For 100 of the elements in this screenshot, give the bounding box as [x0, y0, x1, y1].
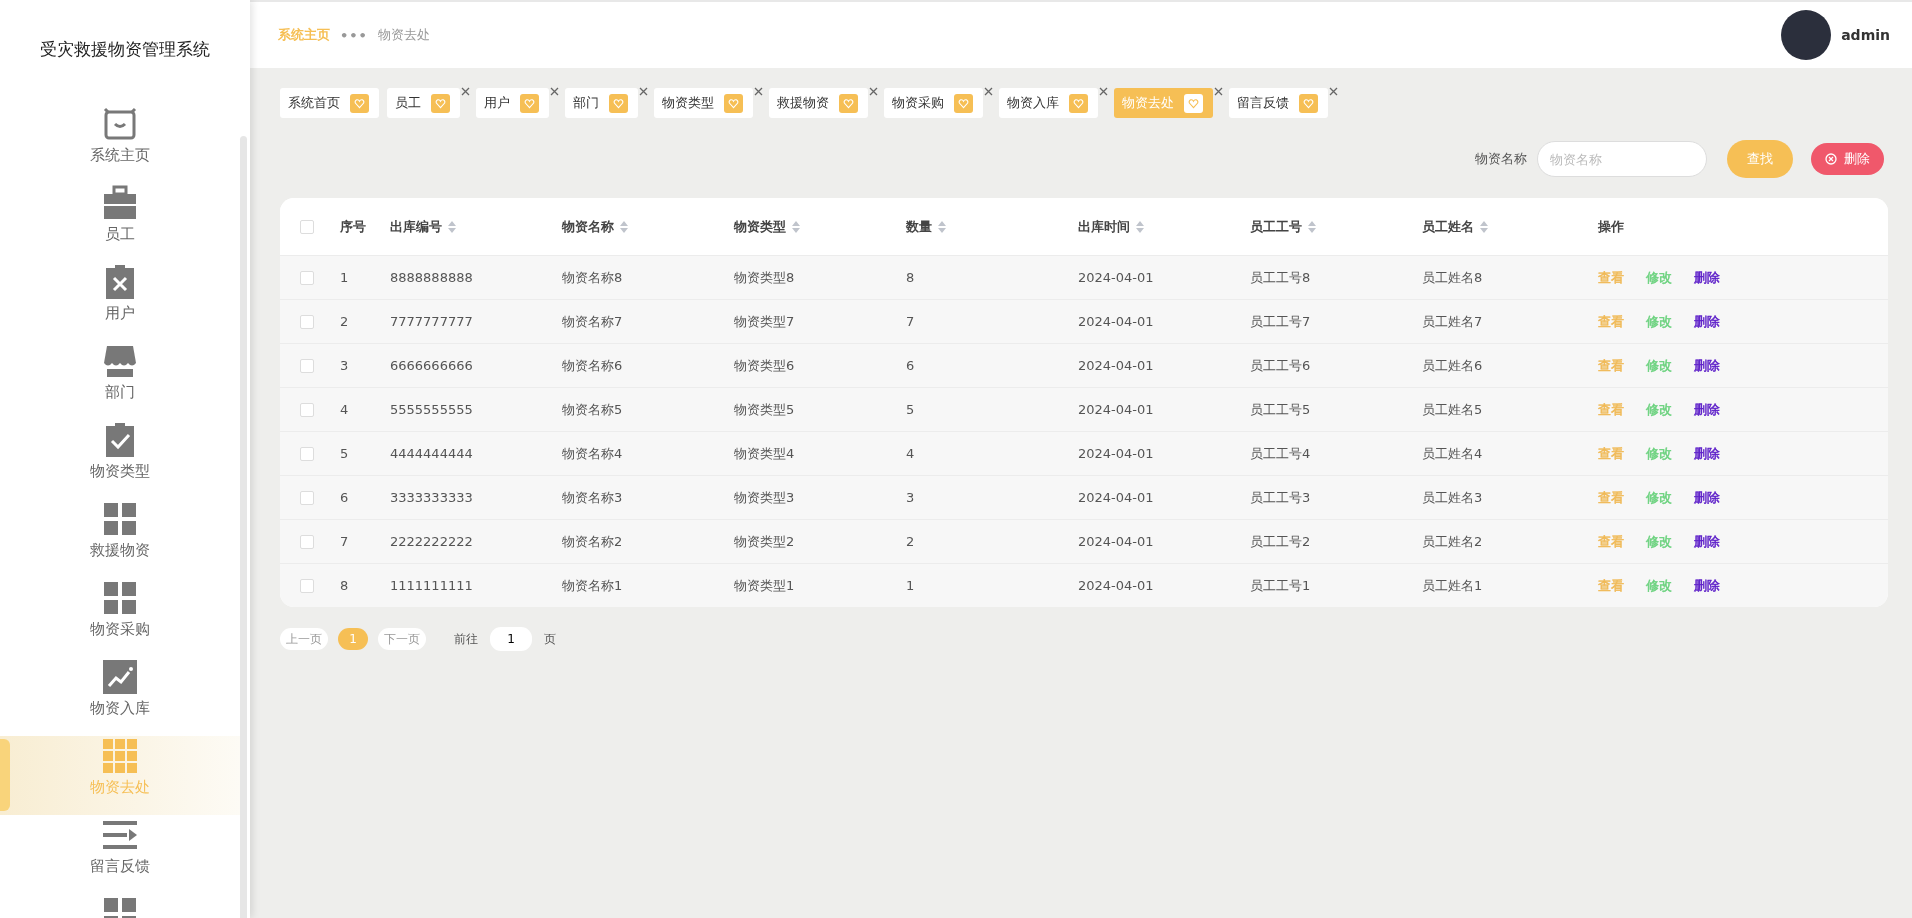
sort-icon[interactable] [448, 220, 456, 233]
column-header[interactable]: 操作 [1598, 217, 1624, 236]
table-cell: 员工姓名1 [1422, 576, 1483, 595]
column-header[interactable]: 物资类型 [734, 217, 786, 236]
heart-tag-icon [431, 93, 450, 113]
table-cell: 员工姓名2 [1422, 532, 1483, 551]
heart-tag-icon [1184, 93, 1203, 113]
page-input[interactable]: 1 [490, 627, 532, 651]
close-icon[interactable] [869, 87, 878, 96]
sidebar-item[interactable]: 物资入库 [0, 657, 240, 736]
table-cell: 8 [906, 270, 915, 285]
table-cell: 员工工号3 [1250, 488, 1311, 507]
column-header[interactable]: 物资名称 [562, 217, 614, 236]
table-cell: 3333333333 [390, 490, 473, 505]
tab[interactable]: 留言反馈 [1229, 88, 1328, 118]
breadcrumb-separator: ••• [340, 27, 368, 43]
tab[interactable]: 物资采购 [884, 88, 983, 118]
active-indicator [0, 739, 10, 811]
close-icon[interactable] [1099, 87, 1108, 96]
shop-awning-icon [102, 343, 138, 379]
table-cell: 7 [906, 314, 915, 329]
sort-icon[interactable] [792, 220, 800, 233]
table-cell: 4 [906, 446, 915, 461]
tab[interactable]: 员工 [387, 88, 460, 118]
sort-icon[interactable] [1308, 220, 1316, 233]
delete-button[interactable]: 删除 [1811, 143, 1884, 175]
avatar-photo-placeholder[interactable] [1781, 10, 1832, 60]
heart-tag-icon [1069, 93, 1088, 113]
close-icon[interactable] [754, 87, 763, 96]
table-cell: 8 [340, 578, 349, 593]
table-cell: 2 [906, 534, 915, 549]
tab[interactable]: 物资入库 [999, 88, 1098, 118]
sidebar-item[interactable]: 系统主页 [0, 104, 240, 183]
sidebar-item[interactable]: 用户 [0, 262, 240, 341]
app-title: 受灾救援物资管理系统 [39, 38, 211, 61]
column-header[interactable]: 员工姓名 [1422, 217, 1474, 236]
sort-icon[interactable] [620, 220, 628, 233]
username[interactable]: admin [1841, 27, 1890, 43]
row-action-link[interactable]: 删除 [1694, 576, 1720, 595]
row-action-link[interactable]: 删除 [1694, 488, 1720, 507]
row-action-link[interactable]: 删除 [1694, 444, 1720, 463]
sidebar-item[interactable]: 救援物资 [0, 499, 240, 578]
sort-icon[interactable] [1136, 220, 1144, 233]
row-checkbox[interactable] [300, 490, 314, 505]
page-suffix: 页 [544, 630, 556, 648]
table-cell: 物资名称4 [562, 444, 623, 463]
row-action-link[interactable]: 删除 [1694, 356, 1720, 375]
tab[interactable]: 救援物资 [769, 88, 868, 118]
table-cell: 员工姓名3 [1422, 488, 1483, 507]
tab[interactable]: 物资类型 [654, 88, 753, 118]
select-all-checkbox[interactable] [300, 219, 314, 234]
close-icon[interactable] [639, 87, 648, 96]
sidebar-item[interactable]: 部门 [0, 341, 240, 420]
tab[interactable]: 部门 [565, 88, 638, 118]
heart-tag-icon [724, 93, 743, 113]
column-header[interactable]: 出库编号 [390, 217, 442, 236]
table-cell: 7 [340, 534, 349, 549]
sidebar-item[interactable]: 物资采购 [0, 578, 240, 657]
row-action-link[interactable]: 删除 [1694, 268, 1720, 287]
close-icon[interactable] [461, 87, 470, 96]
table-cell: 物资名称3 [562, 488, 623, 507]
close-icon[interactable] [550, 87, 559, 96]
sidebar-item[interactable]: 物资类型 [0, 420, 240, 499]
column-header[interactable]: 序号 [340, 217, 366, 236]
table-cell: 员工姓名4 [1422, 444, 1483, 463]
grid-nine-icon [102, 738, 138, 774]
close-icon[interactable] [1214, 87, 1223, 96]
row-action-link[interactable]: 删除 [1694, 400, 1720, 419]
table-cell: 员工姓名6 [1422, 356, 1483, 375]
column-header[interactable]: 数量 [906, 217, 932, 236]
column-header[interactable]: 员工工号 [1250, 217, 1302, 236]
row-checkbox[interactable] [300, 446, 314, 461]
row-checkbox[interactable] [300, 578, 314, 593]
search-field[interactable]: 物资名称 [1537, 141, 1707, 177]
heart-tag-icon [1299, 93, 1318, 113]
sidebar-item[interactable]: 员工 [0, 183, 240, 262]
row-checkbox[interactable] [300, 270, 314, 285]
row-checkbox[interactable] [300, 402, 314, 417]
table-cell: 员工工号4 [1250, 444, 1311, 463]
row-checkbox[interactable] [300, 534, 314, 549]
row-action-link[interactable]: 删除 [1694, 312, 1720, 331]
column-header[interactable]: 出库时间 [1078, 217, 1130, 236]
sidebar-item[interactable]: 留言反馈 [0, 815, 240, 894]
table-cell: 6 [906, 358, 915, 373]
search-label: 物资名称 [1475, 150, 1527, 168]
row-action-link[interactable]: 删除 [1694, 532, 1720, 551]
heart-tag-icon [839, 93, 858, 113]
table-cell: 4444444444 [390, 446, 473, 461]
sort-icon[interactable] [1480, 220, 1488, 233]
sort-icon[interactable] [938, 220, 946, 233]
close-icon[interactable] [1329, 87, 1338, 96]
row-checkbox[interactable] [300, 358, 314, 373]
table-cell: 物资名称5 [562, 400, 623, 419]
tab[interactable]: 系统首页 [280, 88, 379, 118]
row-checkbox[interactable] [300, 314, 314, 329]
table-cell: 2024-04-01 [1078, 446, 1154, 461]
heart-tag-icon [954, 93, 973, 113]
tab[interactable]: 用户 [476, 88, 549, 118]
close-icon[interactable] [984, 87, 993, 96]
scrollbar[interactable] [240, 136, 247, 918]
